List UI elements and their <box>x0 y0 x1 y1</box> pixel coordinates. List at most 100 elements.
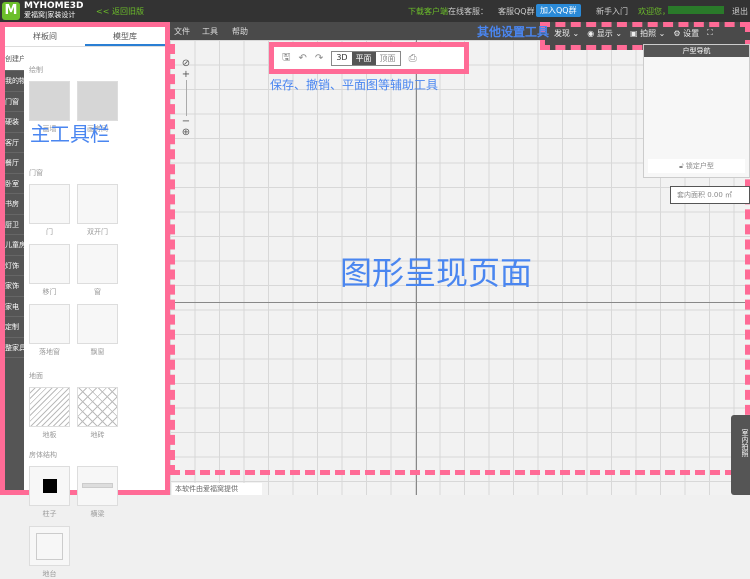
menu-file[interactable]: 文件 <box>174 26 190 37</box>
menu-help[interactable]: 帮助 <box>232 26 248 37</box>
tool-floor-tile[interactable]: 地砖 <box>77 387 118 440</box>
tool-platform[interactable]: 地台 <box>29 526 70 579</box>
tool-pillar[interactable]: 柱子 <box>29 466 70 519</box>
category-item[interactable]: 书房 <box>5 194 24 215</box>
platform-icon <box>29 526 70 566</box>
section-title: 绘制 <box>29 66 43 74</box>
category-item[interactable]: 卧室 <box>5 174 24 194</box>
zoom-fit-icon[interactable]: ⊕ <box>180 127 192 138</box>
category-item[interactable]: 餐厅 <box>5 153 24 174</box>
view-3d-button[interactable]: 3D <box>332 52 351 65</box>
logout-link[interactable]: 退出 <box>732 6 748 17</box>
tool-beam[interactable]: 横梁 <box>77 466 118 519</box>
zoom-out-button[interactable]: − <box>180 116 192 127</box>
display-menu[interactable]: ◉ 显示 ⌄ <box>587 28 622 39</box>
settings-toolbar: 发现 ⌄ ◉ 显示 ⌄ ▣ 拍照 ⌄ ⚙ 设置 ⛶ <box>540 22 750 44</box>
annotation-aux-tools: 保存、撤销、平面图等辅助工具 <box>270 78 439 92</box>
beam-icon <box>77 466 118 506</box>
category-item[interactable]: 家饰 <box>5 276 24 297</box>
settings-button[interactable]: ⚙ 设置 <box>673 28 699 39</box>
tool-window[interactable]: 窗 <box>77 244 118 297</box>
join-qq-button[interactable]: 加入QQ群 <box>536 4 581 17</box>
category-item[interactable]: 门窗 <box>5 92 24 112</box>
undo-icon[interactable]: ↶ <box>299 53 307 64</box>
zoom-slider[interactable] <box>186 80 187 116</box>
tool-floorboard[interactable]: 地板 <box>29 387 70 440</box>
category-item[interactable]: 厨卫 <box>5 215 24 235</box>
category-item[interactable]: 硬装 <box>5 112 24 133</box>
tool-door[interactable]: 门 <box>29 184 70 237</box>
brand-sub: 爱福窝|家装设计 <box>24 11 76 19</box>
gear-icon: ⚙ <box>673 28 681 38</box>
item-label: 移门 <box>42 288 57 296</box>
wall-icon <box>29 81 70 121</box>
sliding-door-icon <box>29 244 70 284</box>
category-list: 创建户型 我的物品 门窗 硬装 客厅 餐厅 卧室 书房 厨卫 儿童房 灯饰 家饰… <box>5 49 24 490</box>
indoor-photo-tab[interactable]: 室内拍照 <box>731 415 750 495</box>
zoom-in-button[interactable]: + <box>180 69 192 80</box>
online-service[interactable]: 在线客服： <box>448 6 488 17</box>
fullscreen-icon[interactable]: ⛶ <box>707 28 713 38</box>
lock-icon: 🔓︎ <box>679 162 684 170</box>
category-item[interactable]: 客厅 <box>5 133 24 153</box>
logo: M <box>2 2 20 20</box>
floorboard-icon <box>29 387 70 427</box>
section-title: 房体结构 <box>29 451 57 459</box>
area-value: 0.00 ㎡ <box>707 191 733 199</box>
compass-icon[interactable]: ⊘ <box>180 58 192 69</box>
camera-icon: ▣ <box>630 28 638 38</box>
item-label: 地砖 <box>90 431 105 439</box>
item-label: 柱子 <box>42 510 57 518</box>
lock-layout-button[interactable]: 🔓︎ 锁定户型 <box>648 159 745 173</box>
tool-sliding-door[interactable]: 移门 <box>29 244 70 297</box>
item-label: 横梁 <box>90 510 105 518</box>
double-door-icon <box>77 184 118 224</box>
download-client-link[interactable]: 下载客户端 <box>408 6 448 17</box>
beginner-link[interactable]: 新手入门 <box>596 6 628 17</box>
french-window-icon <box>29 304 70 344</box>
save-icon[interactable]: 🖫 <box>282 50 291 67</box>
discover-label: 发现 <box>554 28 570 38</box>
item-label: 落地窗 <box>39 348 60 356</box>
print-icon[interactable]: ⎙ <box>409 53 417 64</box>
category-item[interactable]: 儿童房 <box>5 235 24 256</box>
area-readout: 套内面积 0.00 ㎡ <box>670 186 750 204</box>
tool-bay-window[interactable]: 飘窗 <box>77 304 118 357</box>
footer-credit: 本软件由爱福窝提供 <box>172 483 262 495</box>
tab-sample-rooms[interactable]: 样板间 <box>5 27 85 46</box>
bay-window-icon <box>77 304 118 344</box>
menu-tools[interactable]: 工具 <box>202 26 218 37</box>
photo-menu[interactable]: ▣ 拍照 ⌄ <box>630 28 665 39</box>
door-icon <box>29 184 70 224</box>
category-item[interactable]: 创建户型 <box>5 49 24 71</box>
layout-navigator: 户型导航 🔓︎ 锁定户型 <box>643 44 750 178</box>
tab-model-library[interactable]: 模型库 <box>85 27 165 46</box>
annotation-other-settings: 其他设置工具 <box>477 25 550 39</box>
item-label: 窗 <box>94 288 101 296</box>
navigator-title: 户型导航 <box>644 45 749 57</box>
discover-menu[interactable]: 发现 ⌄ <box>554 28 579 39</box>
category-item[interactable]: 家电 <box>5 297 24 317</box>
photo-label: 拍照 <box>640 28 657 38</box>
aux-toolbar: 🖫 ↶ ↷ 3D 平面 顶面 ⎙ <box>269 42 469 74</box>
category-item[interactable]: 整家具 <box>5 338 24 358</box>
view-top-button[interactable]: 顶面 <box>376 52 400 65</box>
lock-label: 锁定户型 <box>685 162 714 170</box>
view-plan-button[interactable]: 平面 <box>351 51 376 65</box>
item-label: 地台 <box>42 570 57 578</box>
back-old-version-link[interactable]: << 返回旧版 <box>96 6 144 17</box>
view-switch: 3D 平面 顶面 <box>331 50 401 66</box>
item-label: 门 <box>46 228 53 236</box>
category-item[interactable]: 灯饰 <box>5 256 24 276</box>
item-label: 双开门 <box>87 228 108 236</box>
top-bar: M MYHOME3D 爱福窝|家装设计 << 返回旧版 下载客户端 在线客服： 客… <box>0 0 750 22</box>
tool-double-door[interactable]: 双开门 <box>77 184 118 237</box>
display-label: 显示 <box>596 28 613 38</box>
item-label: 飘窗 <box>90 348 105 356</box>
category-item[interactable]: 我的物品 <box>5 71 24 92</box>
tool-french-window[interactable]: 落地窗 <box>29 304 70 357</box>
category-item[interactable]: 定制 <box>5 317 24 338</box>
pillar-icon <box>29 466 70 506</box>
redo-icon[interactable]: ↷ <box>315 53 323 64</box>
brand: MYHOME3D 爱福窝|家装设计 <box>24 2 84 20</box>
